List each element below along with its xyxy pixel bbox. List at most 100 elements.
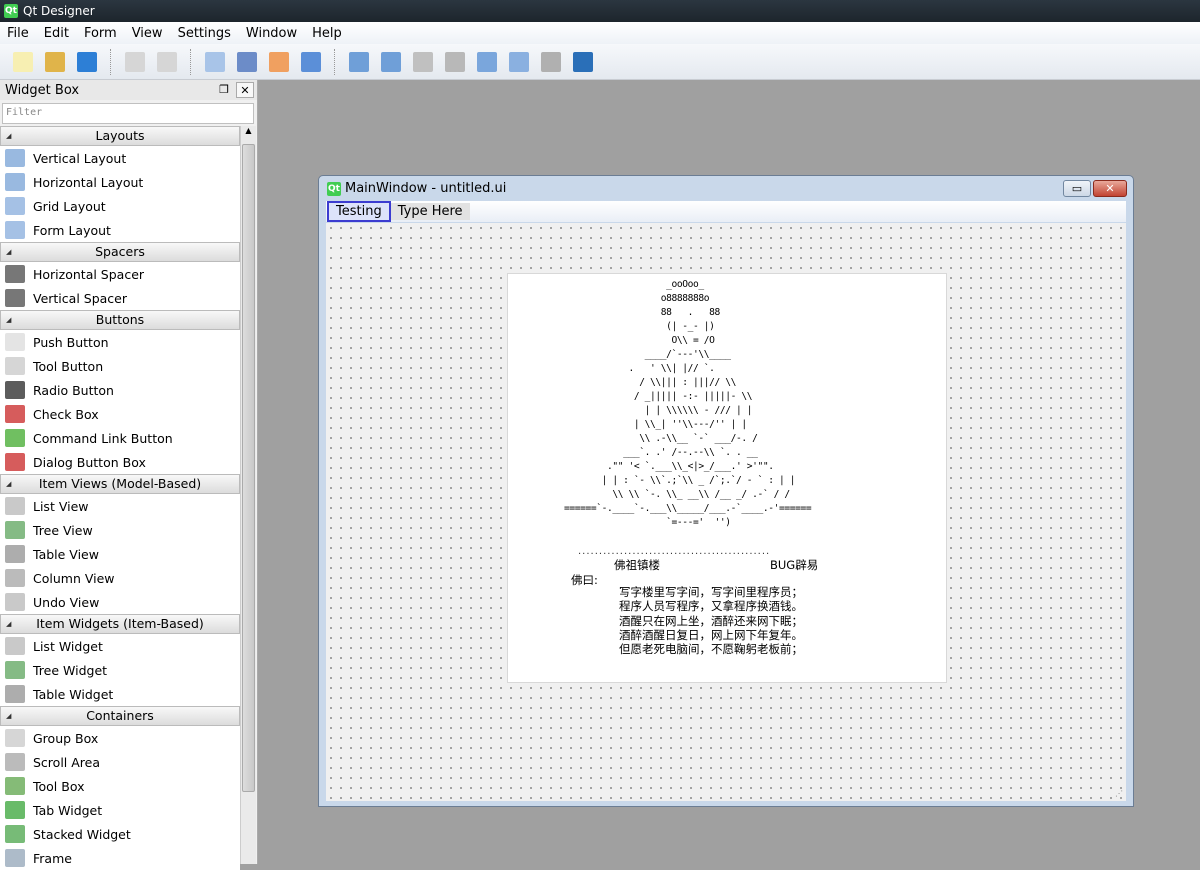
splitter-horizontal-button[interactable] [410,49,436,75]
new-icon [13,51,33,72]
filter-input[interactable]: Filter [2,103,254,124]
widget-item-column-view[interactable]: Column View [0,566,240,590]
widget-item-label: Stacked Widget [33,826,131,842]
scroll-up-icon[interactable]: ▲ [241,126,256,135]
widget-item-horizontal-layout[interactable]: Horizontal Layout [0,170,240,194]
widget-item-tree-widget[interactable]: Tree Widget [0,658,240,682]
category-spacers[interactable]: Spacers [0,242,240,262]
widget-item-vertical-spacer[interactable]: Vertical Spacer [0,286,240,310]
close-button[interactable]: ✕ [1093,180,1127,197]
widget-item-vertical-layout[interactable]: Vertical Layout [0,146,240,170]
adjust-size-icon [573,51,593,72]
scrollbar-thumb[interactable] [242,144,255,792]
horizontal-spacer-icon [5,265,25,283]
edit-buddies-button[interactable] [266,49,292,75]
menu-view[interactable]: View [132,26,163,41]
layout-grid-button[interactable] [474,49,500,75]
send-back-button[interactable] [154,49,180,75]
edit-widgets-button[interactable] [202,49,228,75]
widget-item-label: Table View [33,546,99,562]
category-item-widgets-item-based-[interactable]: Item Widgets (Item-Based) [0,614,240,634]
menu-window[interactable]: Window [246,26,297,41]
float-icon[interactable]: ❐ [215,82,233,98]
poem-line: 但愿老死电脑间，不愿鞠躬老板前； [619,642,803,657]
widget-item-tool-box[interactable]: Tool Box [0,774,240,798]
widget-item-scroll-area[interactable]: Scroll Area [0,750,240,774]
bring-front-button[interactable] [122,49,148,75]
widget-item-list-widget[interactable]: List Widget [0,634,240,658]
minimize-button[interactable]: ▭ [1063,180,1091,197]
widget-item-radio-button[interactable]: Radio Button [0,378,240,402]
widget-item-frame[interactable]: Frame [0,846,240,870]
tool-button-icon [5,357,25,375]
app-title: Qt Designer [23,4,95,18]
widget-item-list-view[interactable]: List View [0,494,240,518]
column-view-icon [5,569,25,587]
close-icon[interactable]: ✕ [236,82,254,98]
widget-item-command-link-button[interactable]: Command Link Button [0,426,240,450]
menu-settings[interactable]: Settings [178,26,231,41]
form-menubar: Testing Type Here [326,201,1126,222]
menu-file[interactable]: File [7,26,29,41]
scroll-area-icon [5,753,25,771]
menu-help[interactable]: Help [312,26,342,41]
layout-form-button[interactable] [506,49,532,75]
tool-box-icon [5,777,25,795]
tab-widget-icon [5,801,25,819]
widget-list-scrollbar[interactable]: ▲ [240,126,256,864]
widget-item-tab-widget[interactable]: Tab Widget [0,798,240,822]
category-item-views-model-based-[interactable]: Item Views (Model-Based) [0,474,240,494]
widget-item-tool-button[interactable]: Tool Button [0,354,240,378]
table-view-icon [5,545,25,563]
widget-item-label: Check Box [33,406,99,422]
bring-front-icon [125,51,145,72]
category-layouts[interactable]: Layouts [0,126,240,146]
layout-vertical-button[interactable] [378,49,404,75]
widget-item-dialog-button-box[interactable]: Dialog Button Box [0,450,240,474]
form-canvas[interactable]: _ooOoo_ o8888888o 88 . 88 (| -_- |) O\\ … [326,223,1126,801]
form-window: Qt MainWindow - untitled.ui ▭ ✕ Testing … [318,175,1134,807]
widget-item-check-box[interactable]: Check Box [0,402,240,426]
break-layout-icon [541,51,561,72]
edit-buddies-icon [269,51,289,72]
edit-tab-order-button[interactable] [298,49,324,75]
stacked-widget-icon [5,825,25,843]
widget-item-table-widget[interactable]: Table Widget [0,682,240,706]
edit-signals-button[interactable] [234,49,260,75]
tree-widget-icon [5,661,25,679]
widget-item-stacked-widget[interactable]: Stacked Widget [0,822,240,846]
resize-grip-icon[interactable]: ⋰ [1115,789,1123,798]
right-caption: BUG辟易 [770,558,819,572]
app-titlebar: Qt Qt Designer [0,0,1200,22]
widget-item-horizontal-spacer[interactable]: Horizontal Spacer [0,262,240,286]
layout-horizontal-button[interactable] [346,49,372,75]
widget-item-push-button[interactable]: Push Button [0,330,240,354]
widget-item-table-view[interactable]: Table View [0,542,240,566]
widget-item-label: Grid Layout [33,198,106,214]
splitter-vertical-button[interactable] [442,49,468,75]
buddha-label[interactable]: _ooOoo_ o8888888o 88 . 88 (| -_- |) O\\ … [507,273,947,683]
open-button[interactable] [42,49,68,75]
menu-testing[interactable]: Testing [327,201,391,222]
category-buttons[interactable]: Buttons [0,310,240,330]
menu-form[interactable]: Form [84,26,117,41]
widget-item-form-layout[interactable]: Form Layout [0,218,240,242]
widget-item-undo-view[interactable]: Undo View [0,590,240,614]
widget-item-grid-layout[interactable]: Grid Layout [0,194,240,218]
edit-widgets-icon [205,51,225,72]
tree-view-icon [5,521,25,539]
widget-item-tree-view[interactable]: Tree View [0,518,240,542]
adjust-size-button[interactable] [570,49,596,75]
widget-item-label: Tree View [33,522,93,538]
menubar: File Edit Form View Settings Window Help [0,22,1200,44]
command-link-button-icon [5,429,25,447]
menu-type-here[interactable]: Type Here [390,203,470,220]
menu-edit[interactable]: Edit [44,26,69,41]
widget-item-label: Command Link Button [33,430,173,446]
break-layout-button[interactable] [538,49,564,75]
save-button[interactable] [74,49,100,75]
widget-item-label: Push Button [33,334,109,350]
new-button[interactable] [10,49,36,75]
category-containers[interactable]: Containers [0,706,240,726]
widget-item-group-box[interactable]: Group Box [0,726,240,750]
